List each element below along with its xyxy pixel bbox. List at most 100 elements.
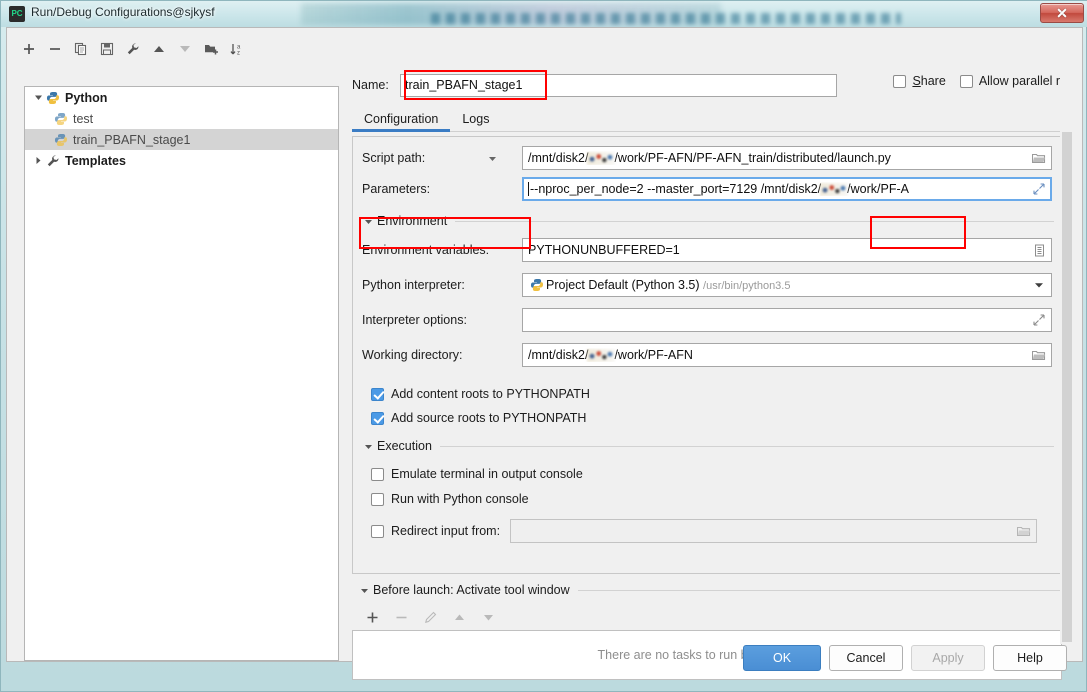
interpreter-options-row: Interpreter options:: [362, 308, 1054, 332]
checkbox-box: [371, 492, 384, 506]
apply-button[interactable]: Apply: [911, 645, 985, 671]
python-interpreter-label: Python interpreter:: [362, 278, 465, 292]
tree-node-label: test: [73, 111, 94, 126]
cancel-button[interactable]: Cancel: [829, 645, 903, 671]
tab-configuration[interactable]: Configuration: [352, 112, 451, 132]
move-task-up-button[interactable]: [447, 606, 471, 628]
move-into-folder-icon[interactable]: [199, 38, 223, 60]
wrench-icon: [45, 153, 61, 169]
expand-icon[interactable]: [1029, 310, 1049, 330]
name-input[interactable]: [400, 73, 837, 97]
environment-variables-field[interactable]: PYTHONUNBUFFERED=1: [522, 238, 1052, 262]
script-path-dropdown-icon[interactable]: [482, 148, 502, 168]
remove-task-button[interactable]: [389, 606, 413, 628]
section-divider: [439, 445, 1054, 447]
tree-node-train-pbafn-stage1[interactable]: train_PBAFN_stage1: [25, 129, 338, 150]
python-icon: [53, 111, 69, 127]
script-path-value: /mnt/disk2//work/PF-AFN/PF-AFN_train/dis…: [528, 150, 891, 166]
redirect-input-field[interactable]: [510, 519, 1038, 543]
pycharm-icon: PC: [9, 6, 25, 22]
svg-text:z: z: [237, 51, 240, 57]
add-configuration-button[interactable]: [17, 38, 41, 60]
emulate-terminal-checkbox[interactable]: Emulate terminal in output console: [371, 467, 583, 481]
environment-variables-value: PYTHONUNBUFFERED=1: [528, 243, 680, 257]
share-checkbox[interactable]: Share: [893, 74, 946, 88]
checkbox-box: [371, 411, 384, 425]
python-interpreter-path-hint: /usr/bin/python3.5: [703, 280, 791, 292]
parameters-field[interactable]: --nproc_per_node=2 --master_port=7129 /m…: [522, 177, 1052, 201]
allow-parallel-run-checkbox[interactable]: Allow parallel run: [959, 74, 1074, 88]
name-label: Name:: [352, 78, 389, 92]
script-path-row: Script path: /mnt/disk2//work/PF-AFN/PF-…: [362, 146, 1054, 170]
add-source-roots-checkbox[interactable]: Add source roots to PYTHONPATH: [371, 411, 586, 425]
execution-section-title: Execution: [377, 439, 432, 453]
section-divider: [455, 220, 1054, 222]
python-interpreter-row: Python interpreter: Project Default (Pyt…: [362, 273, 1054, 297]
working-directory-label: Working directory:: [362, 348, 463, 362]
emulate-terminal-label: Emulate terminal in output console: [391, 467, 583, 481]
copy-configuration-button[interactable]: [69, 38, 93, 60]
configuration-options: Share Allow parallel run: [893, 74, 1074, 88]
list-edit-icon[interactable]: [1029, 240, 1049, 260]
chevron-down-icon[interactable]: [31, 91, 45, 105]
redirect-input-checkbox[interactable]: Redirect input from:: [371, 524, 500, 538]
move-up-button[interactable]: [147, 38, 171, 60]
checkbox-box: [959, 74, 973, 88]
python-interpreter-value: Project Default (Python 3.5) /usr/bin/py…: [546, 278, 791, 292]
interpreter-options-field[interactable]: [522, 308, 1052, 332]
chevron-down-icon[interactable]: [358, 584, 370, 596]
vertical-scrollbar[interactable]: [1060, 64, 1074, 644]
close-icon[interactable]: [1040, 3, 1084, 23]
parameters-label: Parameters:: [362, 182, 431, 196]
python-icon: [53, 132, 69, 148]
sort-alphabetically-icon[interactable]: a z: [225, 38, 249, 60]
before-launch-toolbar: [360, 606, 500, 628]
scrollbar-thumb[interactable]: [1062, 132, 1072, 642]
script-path-field[interactable]: /mnt/disk2//work/PF-AFN/PF-AFN_train/dis…: [522, 146, 1052, 170]
add-content-roots-checkbox[interactable]: Add content roots to PYTHONPATH: [371, 387, 590, 401]
window-title: Run/Debug Configurations@sjkysf: [31, 5, 215, 19]
python-interpreter-combo[interactable]: Project Default (Python 3.5) /usr/bin/py…: [522, 273, 1052, 297]
expand-icon[interactable]: [1029, 179, 1049, 199]
interpreter-options-label: Interpreter options:: [362, 313, 467, 327]
folder-open-icon[interactable]: [1029, 148, 1049, 168]
checkbox-box: [371, 524, 384, 538]
configurations-tree[interactable]: Python test train_PBAFN_stage1 Templates: [24, 86, 339, 661]
chevron-down-icon[interactable]: [1029, 275, 1049, 295]
chevron-down-icon[interactable]: [362, 215, 374, 227]
dialog-button-bar: OK Cancel Apply Help: [6, 641, 1083, 677]
move-task-down-button[interactable]: [476, 606, 500, 628]
tree-node-templates[interactable]: Templates: [25, 150, 338, 171]
checkbox-box: [371, 387, 384, 401]
add-task-button[interactable]: [360, 606, 384, 628]
run-debug-configurations-window: PC Run/Debug Configurations@sjkysf a z P…: [0, 0, 1087, 692]
tree-node-python[interactable]: Python: [25, 87, 338, 108]
ok-button[interactable]: OK: [743, 645, 821, 671]
chevron-down-icon[interactable]: [362, 440, 374, 452]
environment-section-title: Environment: [377, 214, 448, 228]
folder-open-icon[interactable]: [1029, 345, 1049, 365]
execution-section-header[interactable]: Execution: [362, 439, 1054, 453]
environment-section-header[interactable]: Environment: [362, 214, 1054, 228]
tree-node-label: Python: [65, 90, 108, 105]
help-button[interactable]: Help: [993, 645, 1067, 671]
working-directory-field[interactable]: /mnt/disk2//work/PF-AFN: [522, 343, 1052, 367]
remove-configuration-button[interactable]: [43, 38, 67, 60]
python-icon: [45, 90, 61, 106]
tree-node-test[interactable]: test: [25, 108, 338, 129]
save-configuration-button[interactable]: [95, 38, 119, 60]
configuration-editor-pane: Name: Share Allow parallel run Configura…: [352, 62, 1074, 680]
move-down-button[interactable]: [173, 38, 197, 60]
chevron-right-icon[interactable]: [31, 154, 45, 168]
section-divider: [577, 589, 1062, 591]
working-directory-value: /mnt/disk2//work/PF-AFN: [528, 347, 693, 363]
add-source-roots-label: Add source roots to PYTHONPATH: [391, 411, 587, 425]
run-with-python-console-label: Run with Python console: [391, 492, 529, 506]
edit-templates-wrench-icon[interactable]: [121, 38, 145, 60]
before-launch-section-header[interactable]: Before launch: Activate tool window: [358, 583, 1062, 597]
run-with-python-console-checkbox[interactable]: Run with Python console: [371, 492, 529, 506]
edit-task-pencil-icon[interactable]: [418, 606, 442, 628]
folder-open-icon[interactable]: [1014, 521, 1034, 541]
tree-node-label: Templates: [65, 153, 126, 168]
tab-logs[interactable]: Logs: [450, 112, 501, 131]
